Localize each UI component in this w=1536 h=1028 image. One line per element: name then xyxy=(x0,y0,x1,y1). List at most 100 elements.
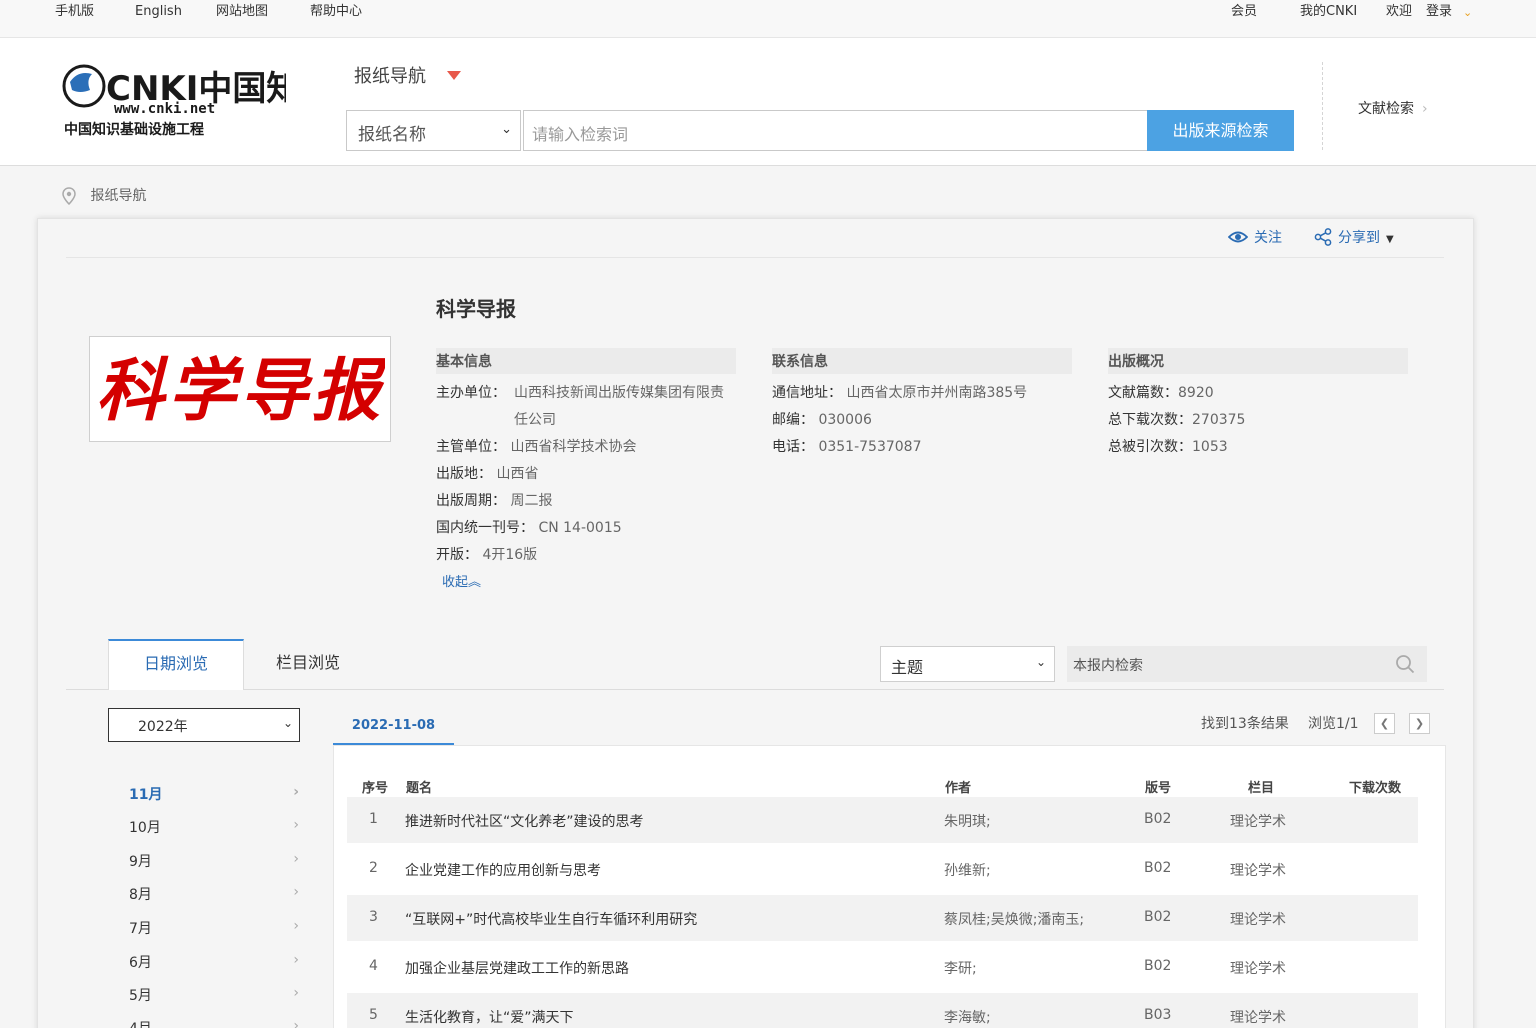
member-link[interactable]: 会员 xyxy=(1231,4,1257,20)
basic-info-section: 基本信息 主办单位： 山西科技新闻出版传媒集团有限责任公司 主管单位： 山西省科学… xyxy=(436,348,736,569)
row-no: 4 xyxy=(369,958,378,974)
citations-value: 1053 xyxy=(1192,439,1228,455)
divider xyxy=(66,689,1444,690)
tab-date[interactable]: 2022-11-08 xyxy=(333,709,454,745)
place-label: 出版地： xyxy=(436,466,492,482)
topic-select[interactable]: 主题 ⌄ xyxy=(880,646,1055,682)
month-item-7[interactable]: 7月 › xyxy=(129,918,299,938)
contact-info-section: 联系信息 通信地址： 山西省太原市并州南路385号 邮编： 030006 电话：… xyxy=(772,348,1072,461)
year-select-value: 2022年 xyxy=(138,719,188,735)
result-count: 找到13条结果 xyxy=(1201,716,1289,732)
month-item-10[interactable]: 10月 › xyxy=(129,817,299,837)
cn-row: 国内统一刊号： CN 14-0015 xyxy=(436,515,736,542)
next-page-icon[interactable]: ❯ xyxy=(1409,713,1430,734)
tab-date-browse[interactable]: 日期浏览 xyxy=(108,639,244,690)
month-label: 11月 xyxy=(129,787,163,803)
row-edition: B02 xyxy=(1144,958,1172,974)
year-select[interactable]: 2022年 ⌄ xyxy=(108,708,300,742)
row-edition: B02 xyxy=(1144,860,1172,876)
row-author[interactable]: 李研; xyxy=(944,958,977,978)
month-item-5[interactable]: 5月 › xyxy=(129,985,299,1005)
prev-page-icon[interactable]: ❮ xyxy=(1374,713,1395,734)
month-item-9[interactable]: 9月 › xyxy=(129,851,299,871)
my-cnki-link[interactable]: 我的CNKI xyxy=(1300,4,1357,20)
search-type-value: 报纸名称 xyxy=(358,125,426,145)
downloads-label: 总下载次数： xyxy=(1108,412,1192,428)
cn-label: 国内统一刊号： xyxy=(436,520,534,536)
topic-select-value: 主题 xyxy=(891,658,924,677)
row-no: 5 xyxy=(369,1007,378,1023)
row-title-link[interactable]: 推进新时代社区“文化养老”建设的思考 xyxy=(405,811,644,831)
inner-search-input[interactable]: 本报内检索 xyxy=(1067,646,1427,682)
newspaper-logo: 科学导报 xyxy=(89,336,391,442)
chevron-right-icon: › xyxy=(293,918,299,934)
divider xyxy=(1322,62,1323,150)
nav-title[interactable]: 报纸导航 xyxy=(354,62,426,88)
cn-value: CN 14-0015 xyxy=(538,520,622,536)
citations-row: 总被引次数：1053 xyxy=(1108,434,1408,461)
help-link[interactable]: 帮助中心 xyxy=(310,4,362,20)
row-no: 2 xyxy=(369,860,378,876)
cnki-logo[interactable]: CNKI中国知网 www.cnki.net 中国知识基础设施工程 xyxy=(62,60,286,140)
row-column: 理论学术 xyxy=(1230,863,1286,879)
location-pin-icon xyxy=(62,187,76,205)
period-value: 周二报 xyxy=(510,493,553,509)
search-input[interactable]: 请输入检索词 xyxy=(523,110,1148,151)
chevron-down-icon: ⌄ xyxy=(1035,655,1046,669)
row-title-link[interactable]: 加强企业基层党建政工工作的新思路 xyxy=(405,958,629,978)
english-link[interactable]: English xyxy=(135,4,182,20)
chevron-right-icon: › xyxy=(293,985,299,1001)
literature-search-link[interactable]: 文献检索 › xyxy=(1358,98,1428,118)
chevron-right-icon: › xyxy=(1422,101,1428,117)
month-item-8[interactable]: 8月 › xyxy=(129,884,299,904)
row-title-link[interactable]: 生活化教育，让“爱”满天下 xyxy=(405,1007,574,1027)
row-author[interactable]: 蔡凤桂;吴焕微;潘南玉; xyxy=(944,909,1084,929)
supervisor-value: 山西省科学技术协会 xyxy=(510,439,637,455)
row-author[interactable]: 李海敏; xyxy=(944,1007,991,1027)
supervisor-label: 主管单位： xyxy=(436,439,506,455)
share-button[interactable]: 分享到 ▼ xyxy=(1314,227,1394,247)
column-header-title: 题名 xyxy=(406,781,433,796)
month-item-11[interactable]: 11月 › xyxy=(129,784,299,804)
row-column: 理论学术 xyxy=(1230,961,1286,977)
mobile-link[interactable]: 手机版 xyxy=(55,4,94,20)
logo-url-text: www.cnki.net xyxy=(114,101,215,117)
newspaper-logo-image: 科学导报 xyxy=(95,342,385,436)
row-column: 理论学术 xyxy=(1230,912,1286,928)
docs-label: 文献篇数： xyxy=(1108,385,1178,401)
column-header-edition: 版号 xyxy=(1145,781,1172,796)
row-author[interactable]: 孙维新; xyxy=(944,860,991,880)
row-author[interactable]: 朱明琪; xyxy=(944,811,991,831)
login-link[interactable]: 登录 xyxy=(1426,4,1452,20)
month-label: 4月 xyxy=(129,1021,152,1028)
row-title-link[interactable]: “互联网+”时代高校毕业生自行车循环利用研究 xyxy=(405,909,697,929)
place-value: 山西省 xyxy=(496,466,539,482)
search-type-select[interactable]: 报纸名称 ⌄ xyxy=(346,110,521,151)
caret-down-icon: ▼ xyxy=(1386,234,1394,245)
address-label: 通信地址： xyxy=(772,385,842,401)
format-label: 开版： xyxy=(436,547,478,563)
month-item-4[interactable]: 4月 › xyxy=(129,1018,299,1028)
sitemap-link[interactable]: 网站地图 xyxy=(216,4,268,20)
newspaper-card: 关注 分享到 ▼ 科学导报 科学导报 基本信息 主办单位： 山西科技新闻出版传媒集团… xyxy=(37,218,1474,1028)
follow-button[interactable]: 关注 xyxy=(1227,227,1282,247)
search-icon[interactable] xyxy=(1395,654,1415,674)
table-row: 1 推进新时代社区“文化养老”建设的思考 朱明琪; B02 理论学术 xyxy=(347,797,1418,843)
zip-value: 030006 xyxy=(818,412,872,428)
newspaper-title: 科学导报 xyxy=(436,297,516,321)
sponsor-row: 主办单位： 山西科技新闻出版传媒集团有限责任公司 xyxy=(436,380,736,434)
format-value: 4开16版 xyxy=(482,547,538,563)
period-row: 出版周期： 周二报 xyxy=(436,488,736,515)
tab-column-browse[interactable]: 栏目浏览 xyxy=(276,649,340,673)
chevron-down-icon[interactable]: ⌄ xyxy=(1463,5,1472,21)
collapse-link[interactable]: 收起︽ xyxy=(442,571,481,590)
nav-dropdown-icon[interactable] xyxy=(447,71,461,80)
chevron-right-icon: › xyxy=(293,884,299,900)
publication-search-button[interactable]: 出版来源检索 xyxy=(1147,110,1294,151)
month-item-6[interactable]: 6月 › xyxy=(129,952,299,972)
newspaper-logo-text: 科学导报 xyxy=(96,351,385,431)
row-title-link[interactable]: 企业党建工作的应用创新与思考 xyxy=(405,860,601,880)
breadcrumb-item[interactable]: 报纸导航 xyxy=(90,188,146,204)
chevron-down-icon: ⌄ xyxy=(282,716,293,730)
collapse-label: 收起 xyxy=(442,575,469,590)
